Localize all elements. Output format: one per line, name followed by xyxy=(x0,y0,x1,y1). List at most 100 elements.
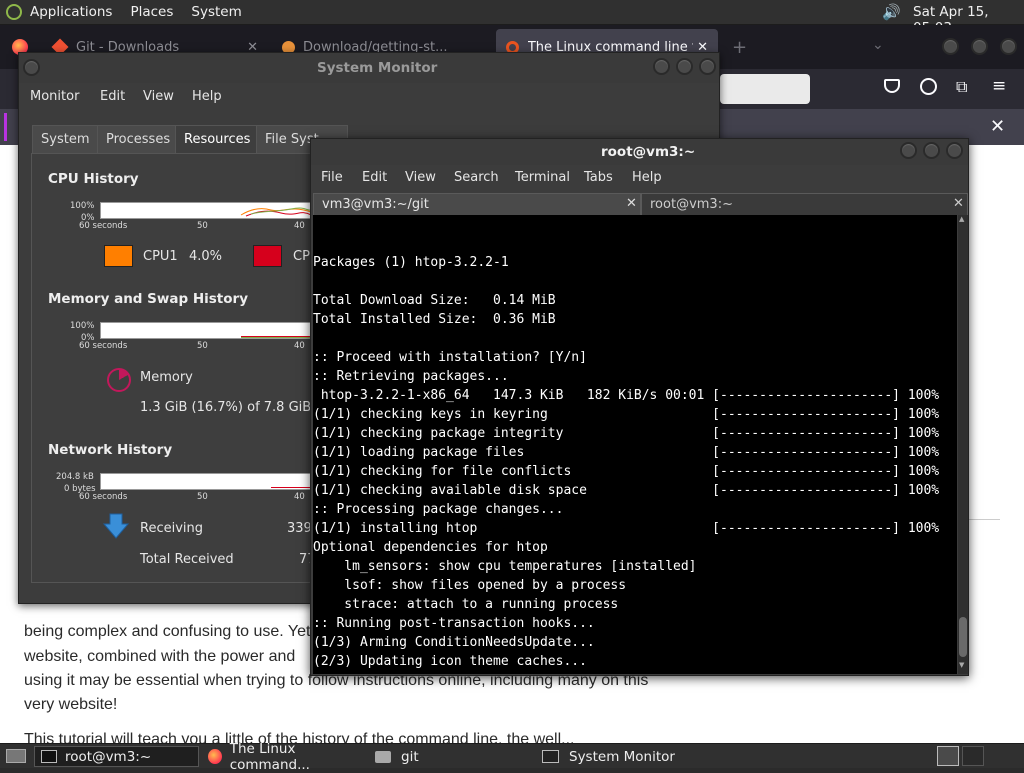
terminal-output[interactable]: Packages (1) htop-3.2.2-1 Total Download … xyxy=(313,215,957,674)
notification-accent xyxy=(4,113,7,141)
taskbar-label: root@vm3:~ xyxy=(65,748,152,765)
places-menu[interactable]: Places xyxy=(130,4,173,20)
cpu-x-label: 60 seconds xyxy=(79,221,128,231)
menu-view[interactable]: View xyxy=(143,89,174,104)
menu-terminal[interactable]: Terminal xyxy=(515,170,570,185)
scroll-down-icon[interactable]: ▼ xyxy=(959,661,967,671)
total-received-label: Total Received xyxy=(140,552,234,567)
minimize-button[interactable] xyxy=(942,38,959,55)
swap-graph-line xyxy=(241,337,311,338)
cpu2-label: CP xyxy=(293,249,310,264)
maximize-button[interactable] xyxy=(676,58,693,75)
receiving-label: Receiving xyxy=(140,521,204,536)
menu-tabs[interactable]: Tabs xyxy=(584,170,613,185)
top-panel: Applications Places System 🔊 Sat Apr 15,… xyxy=(0,0,1024,36)
tab-system[interactable]: System xyxy=(32,125,99,153)
article-text-line: website, combined with the power and xyxy=(24,648,296,665)
terminal-line: lm_sensors: show cpu temperatures [insta… xyxy=(313,559,697,574)
terminal-line: Packages (1) htop-3.2.2-1 xyxy=(313,255,509,270)
volume-icon[interactable]: 🔊 xyxy=(882,3,901,21)
terminal-window: root@vm3:~ File Edit View Search Termina… xyxy=(310,138,969,676)
terminal-line: Total Download Size: 0.14 MiB xyxy=(313,293,556,308)
minimize-button[interactable] xyxy=(900,142,917,159)
menu-file[interactable]: File xyxy=(321,170,343,185)
scroll-up-icon[interactable]: ▲ xyxy=(959,215,967,225)
terminal-tab-git[interactable]: vm3@vm3:~/git ✕ xyxy=(313,193,641,215)
terminal-line: (1/1) installing htop [-----------------… xyxy=(313,521,940,536)
taskbar-label: git xyxy=(401,748,419,765)
terminal-line: (2/3) Updating icon theme caches... xyxy=(313,654,587,669)
terminal-scrollbar[interactable]: ▲ ▼ xyxy=(958,215,968,674)
close-button[interactable] xyxy=(1000,38,1017,55)
terminal-line: :: Processing package changes... xyxy=(313,502,564,517)
mate-logo-icon[interactable] xyxy=(6,4,22,20)
search-box[interactable] xyxy=(720,74,810,104)
cpu-x-label: 40 xyxy=(294,221,305,231)
extensions-icon[interactable]: ⧉ xyxy=(956,77,967,97)
menu-help[interactable]: Help xyxy=(632,170,662,185)
cpu-y-top: 100% xyxy=(70,201,95,211)
firefox-icon xyxy=(208,749,222,764)
taskbar-item-git[interactable]: git xyxy=(369,746,534,767)
cpu2-color-swatch[interactable] xyxy=(253,245,282,267)
maximize-button[interactable] xyxy=(923,142,940,159)
memory-y-top: 100% xyxy=(70,321,95,331)
cpu-x-label: 50 xyxy=(197,221,208,231)
sysmon-titlebar[interactable]: System Monitor xyxy=(19,53,719,83)
terminal-line: (1/1) checking for file conflicts [-----… xyxy=(313,464,940,479)
window-menu-button[interactable] xyxy=(23,59,40,76)
workspace-switcher-1[interactable] xyxy=(937,746,959,766)
network-history-title: Network History xyxy=(48,442,173,458)
pocket-icon[interactable] xyxy=(884,79,900,93)
taskbar-item-system-monitor[interactable]: System Monitor xyxy=(536,746,701,767)
terminal-tab-root[interactable]: root@vm3:~ ✕ xyxy=(641,193,968,215)
download-arrow-icon[interactable] xyxy=(102,512,130,540)
receiving-value: 339 xyxy=(287,521,312,536)
memory-pie-icon[interactable] xyxy=(107,368,131,392)
terminal-line: (1/1) checking available disk space [---… xyxy=(313,483,940,498)
applications-menu[interactable]: Applications xyxy=(30,4,112,20)
terminal-line: Optional dependencies for htop xyxy=(313,540,548,555)
terminal-icon xyxy=(41,750,57,763)
article-text-line: very website! xyxy=(24,696,118,713)
scrollbar-thumb[interactable] xyxy=(959,617,967,657)
close-icon[interactable]: ✕ xyxy=(990,116,1005,137)
menu-view[interactable]: View xyxy=(405,170,436,185)
system-menu[interactable]: System xyxy=(191,4,241,20)
taskbar-item-terminal[interactable]: root@vm3:~ xyxy=(34,746,199,767)
terminal-line: lsof: show files opened by a process xyxy=(313,578,627,593)
close-button[interactable] xyxy=(946,142,963,159)
terminal-titlebar[interactable]: root@vm3:~ xyxy=(311,139,968,165)
memory-value: 1.3 GiB (16.7%) of 7.8 GiB xyxy=(140,400,312,415)
close-button[interactable] xyxy=(699,58,716,75)
hamburger-menu-icon[interactable]: ≡ xyxy=(992,76,1006,96)
menu-edit[interactable]: Edit xyxy=(362,170,387,185)
new-tab-button[interactable]: + xyxy=(732,37,747,58)
menu-monitor[interactable]: Monitor xyxy=(30,89,79,104)
tab-label: root@vm3:~ xyxy=(650,197,733,212)
close-icon[interactable]: ✕ xyxy=(953,196,964,211)
menu-search[interactable]: Search xyxy=(454,170,499,185)
tab-label: vm3@vm3:~/git xyxy=(322,197,429,212)
terminal-menubar: File Edit View Search Terminal Tabs Help xyxy=(311,165,968,191)
show-desktop-icon[interactable] xyxy=(6,749,26,763)
menu-help[interactable]: Help xyxy=(192,89,222,104)
network-y-top: 204.8 kB xyxy=(56,472,94,482)
window-title: root@vm3:~ xyxy=(601,144,696,160)
close-icon[interactable]: ✕ xyxy=(626,196,637,211)
account-icon[interactable] xyxy=(920,78,937,95)
divider xyxy=(968,519,1000,520)
minimize-button[interactable] xyxy=(653,58,670,75)
workspace-switcher-2[interactable] xyxy=(962,746,984,766)
maximize-button[interactable] xyxy=(971,38,988,55)
tab-processes[interactable]: Processes xyxy=(97,125,180,153)
cpu1-label: CPU1 xyxy=(143,249,178,264)
taskbar-item-firefox[interactable]: The Linux command... xyxy=(202,741,367,773)
tab-resources[interactable]: Resources xyxy=(175,125,260,153)
menu-edit[interactable]: Edit xyxy=(100,89,125,104)
article-text-line: being complex and confusing to use. Yet xyxy=(24,623,311,640)
cpu1-color-swatch[interactable] xyxy=(104,245,133,267)
chevron-down-icon[interactable]: ⌄ xyxy=(872,37,884,53)
terminal-line: (1/1) checking package integrity [------… xyxy=(313,426,940,441)
